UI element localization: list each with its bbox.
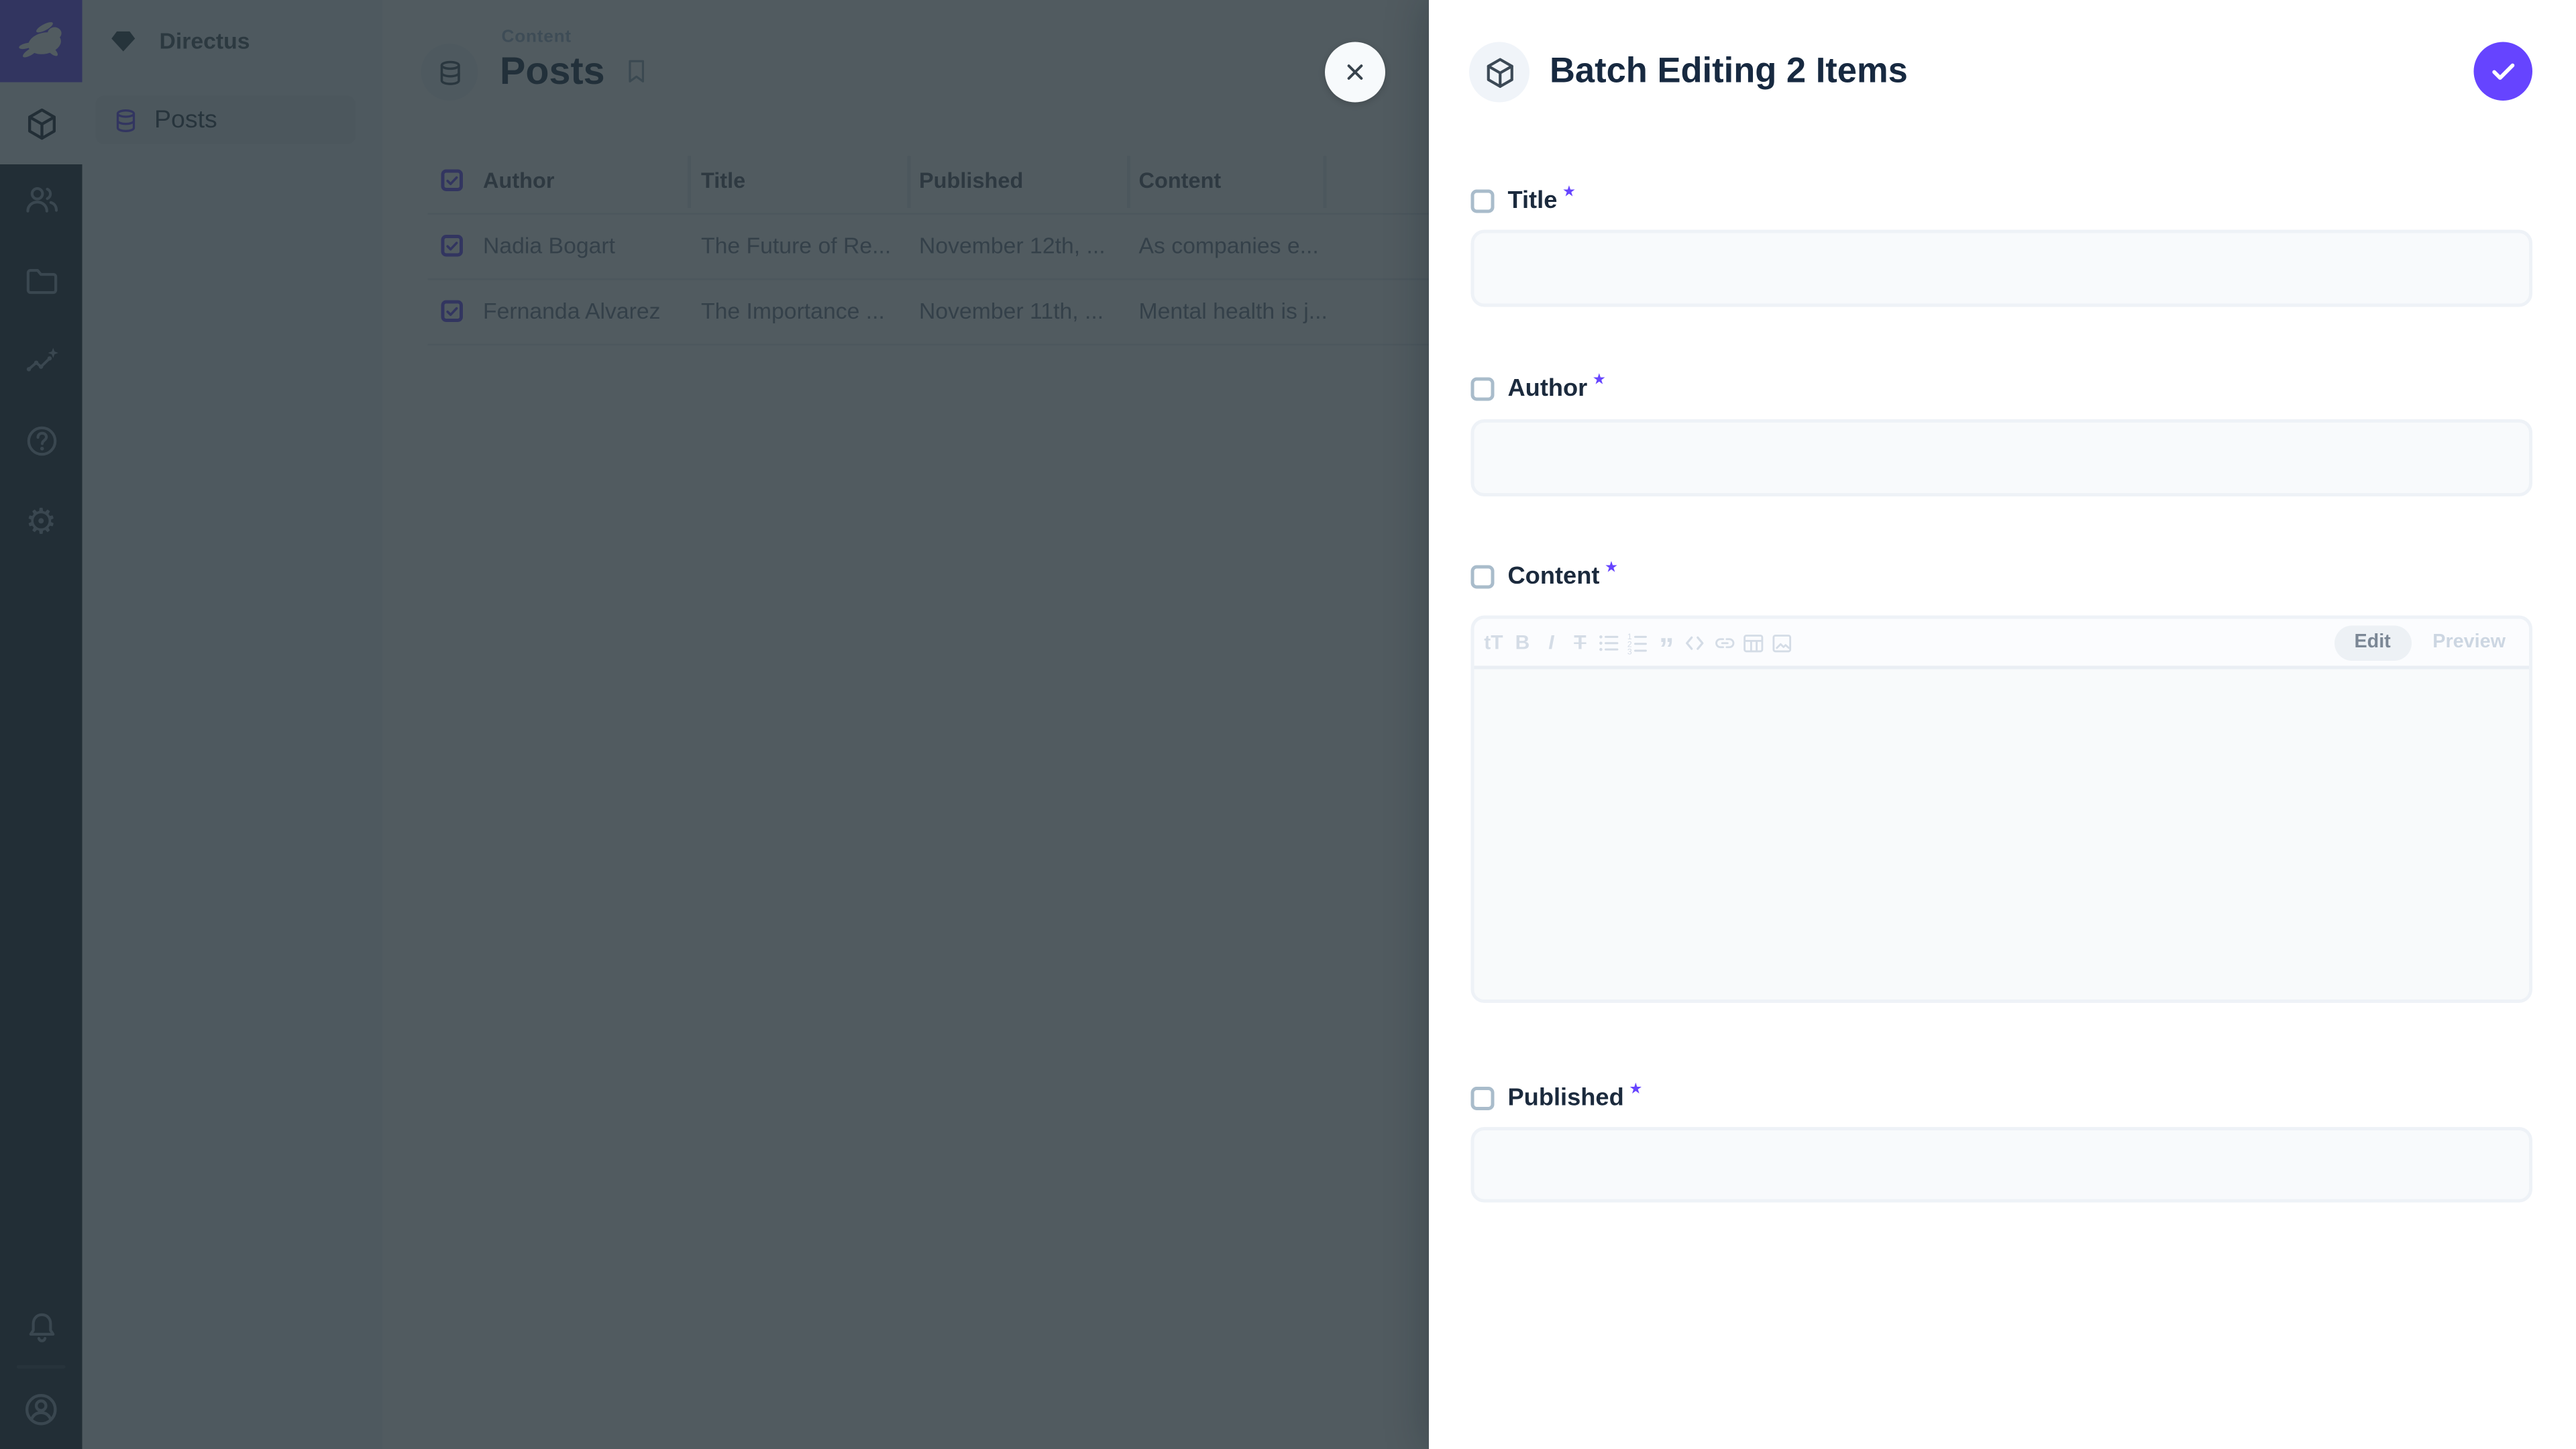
- check-icon: [2485, 54, 2521, 89]
- table-icon[interactable]: [1739, 623, 1768, 663]
- heading-icon[interactable]: tT: [1479, 623, 1508, 663]
- field-toggle-checkbox[interactable]: [1471, 190, 1495, 213]
- italic-icon[interactable]: I: [1537, 623, 1566, 663]
- field-label-published: Published ★: [1471, 1085, 1643, 1112]
- drawer-title: Batch Editing 2 Items: [1550, 52, 1908, 93]
- tab-edit[interactable]: Edit: [2334, 625, 2410, 660]
- field-label: Content: [1508, 564, 1600, 590]
- drawer-header-icon-badge: [1469, 42, 1529, 103]
- field-toggle-checkbox[interactable]: [1471, 1087, 1495, 1110]
- editor-toolbar: tT B I T 1 2 3: [1474, 619, 2530, 669]
- field-label: Author: [1508, 376, 1588, 402]
- code-icon[interactable]: [1681, 623, 1710, 663]
- cube-icon: [1482, 54, 1517, 90]
- x-icon: [1338, 56, 1372, 89]
- required-star-icon: ★: [1562, 184, 1576, 201]
- bulleted-list-icon[interactable]: [1595, 623, 1623, 663]
- close-button[interactable]: [1325, 42, 1385, 103]
- field-toggle-checkbox[interactable]: [1471, 378, 1495, 401]
- required-star-icon: ★: [1605, 560, 1618, 577]
- published-input[interactable]: [1471, 1127, 2533, 1203]
- batch-edit-drawer: Batch Editing 2 Items Title ★ Author ★ C…: [1429, 0, 2576, 1449]
- editor-textarea[interactable]: [1474, 669, 2530, 1004]
- field-toggle-checkbox[interactable]: [1471, 566, 1495, 589]
- field-label: Title: [1508, 188, 1558, 215]
- editor-tabs: Edit Preview: [2334, 625, 2512, 660]
- drawer-overlay[interactable]: [0, 0, 1429, 1449]
- numbered-list-icon[interactable]: 1 2 3: [1623, 623, 1652, 663]
- tab-preview[interactable]: Preview: [2432, 633, 2506, 653]
- bold-icon[interactable]: B: [1508, 623, 1537, 663]
- strikethrough-icon[interactable]: T: [1566, 623, 1595, 663]
- svg-text:3: 3: [1627, 646, 1632, 655]
- blockquote-icon[interactable]: ”: [1652, 623, 1681, 663]
- image-icon[interactable]: [1768, 623, 1796, 663]
- required-star-icon: ★: [1593, 372, 1606, 389]
- field-label-title: Title ★: [1471, 188, 1576, 215]
- field-label: Published: [1508, 1085, 1624, 1112]
- title-input[interactable]: [1471, 230, 2533, 307]
- app-root: ⚙ Di: [0, 0, 2576, 1449]
- required-star-icon: ★: [1629, 1082, 1642, 1099]
- markdown-editor: tT B I T 1 2 3: [1471, 616, 2533, 1004]
- author-input[interactable]: [1471, 419, 2533, 496]
- save-button[interactable]: [2474, 42, 2533, 101]
- field-label-author: Author ★: [1471, 376, 1606, 402]
- field-label-content: Content ★: [1471, 564, 1619, 590]
- link-icon[interactable]: [1710, 623, 1739, 663]
